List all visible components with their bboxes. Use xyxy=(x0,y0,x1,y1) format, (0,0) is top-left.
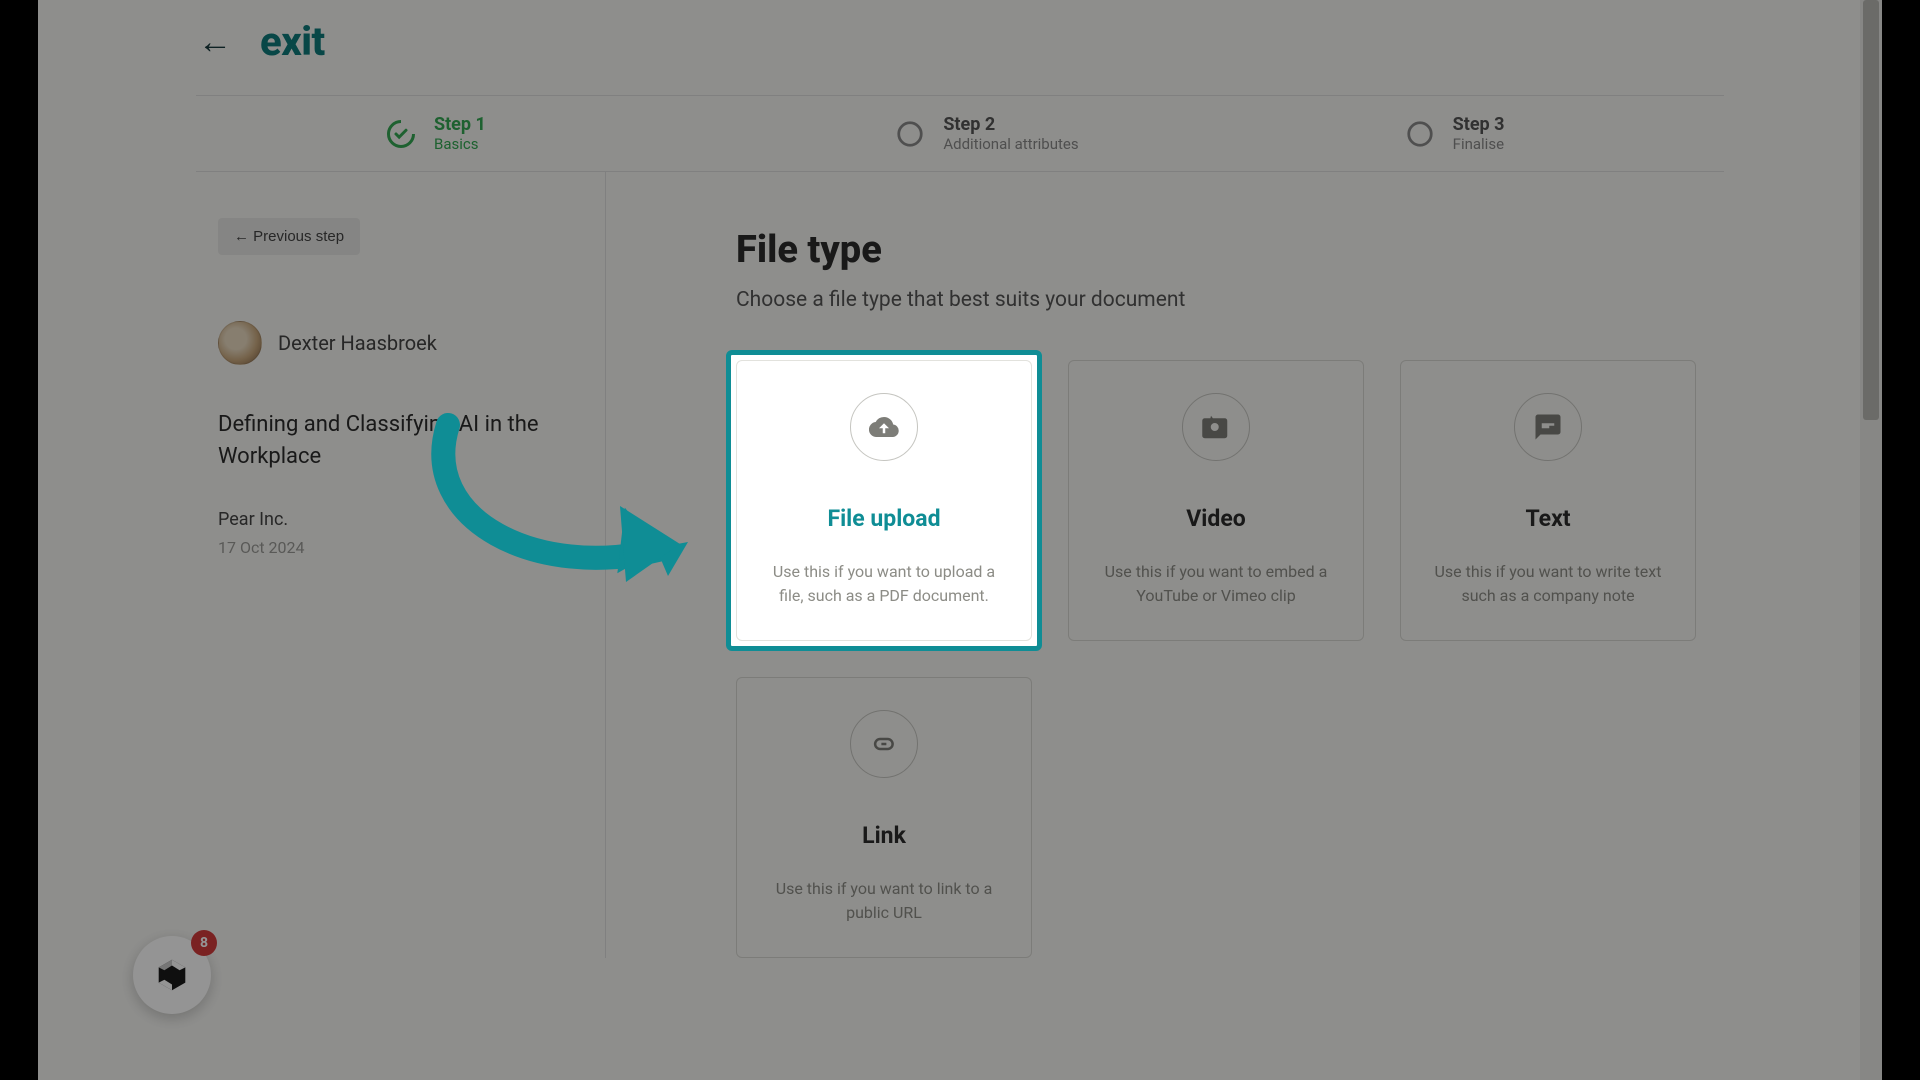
section-heading: File type xyxy=(736,228,1724,272)
exit-link[interactable]: exit xyxy=(260,18,325,65)
file-type-card-video[interactable]: Video Use this if you want to embed a Yo… xyxy=(1068,360,1364,641)
card-title: Link xyxy=(761,822,1007,849)
step-title: Step 3 xyxy=(1453,114,1505,135)
help-logo-icon xyxy=(153,956,191,994)
card-description: Use this if you want to upload a file, s… xyxy=(761,560,1007,608)
highlight-wrapper: File upload Use this if you want to uplo… xyxy=(736,360,1032,641)
scrollbar-thumb[interactable] xyxy=(1863,0,1879,420)
step-done-icon xyxy=(386,119,416,149)
stepper: Step 1 Basics Step 2 Additional attribut… xyxy=(196,95,1724,172)
step-3[interactable]: Step 3 Finalise xyxy=(1215,114,1724,153)
step-pending-icon xyxy=(895,119,925,149)
card-description: Use this if you want to embed a YouTube … xyxy=(1093,560,1339,608)
help-widget-button[interactable]: 8 xyxy=(133,936,211,1014)
file-type-card-file-upload[interactable]: File upload Use this if you want to uplo… xyxy=(736,360,1032,641)
card-title: Text xyxy=(1425,505,1671,532)
company-name: Pear Inc. xyxy=(218,509,563,530)
content-area: ← Previous step Dexter Haasbroek Definin… xyxy=(38,172,1882,998)
author-row: Dexter Haasbroek xyxy=(218,321,573,365)
step-subtitle: Basics xyxy=(434,135,486,153)
step-title: Step 1 xyxy=(434,114,486,135)
step-1[interactable]: Step 1 Basics xyxy=(196,114,705,153)
step-2[interactable]: Step 2 Additional attributes xyxy=(705,114,1214,153)
main-panel: File type Choose a file type that best s… xyxy=(606,172,1724,958)
step-labels: Step 3 Finalise xyxy=(1453,114,1505,153)
file-type-grid: File upload Use this if you want to uplo… xyxy=(736,360,1724,958)
section-subheading: Choose a file type that best suits your … xyxy=(736,288,1724,312)
file-type-card-text[interactable]: Text Use this if you want to write text … xyxy=(1400,360,1696,641)
camera-icon xyxy=(1182,393,1250,461)
step-labels: Step 1 Basics xyxy=(434,114,486,153)
link-icon xyxy=(850,710,918,778)
app-viewport: ← exit Step 1 Basics Step 2 Additional a… xyxy=(38,0,1882,1080)
author-name: Dexter Haasbroek xyxy=(278,331,437,355)
back-arrow-icon[interactable]: ← xyxy=(198,22,232,62)
document-date: 17 Oct 2024 xyxy=(218,538,563,557)
file-type-card-link[interactable]: Link Use this if you want to link to a p… xyxy=(736,677,1032,958)
step-pending-icon xyxy=(1405,119,1435,149)
step-subtitle: Finalise xyxy=(1453,135,1505,153)
header-row: ← exit xyxy=(38,0,1882,95)
card-description: Use this if you want to link to a public… xyxy=(761,877,1007,925)
chat-icon xyxy=(1514,393,1582,461)
cloud-upload-icon xyxy=(850,393,918,461)
previous-step-button[interactable]: ← Previous step xyxy=(218,218,360,255)
document-title: Defining and Classifying AI in the Workp… xyxy=(218,409,563,473)
step-subtitle: Additional attributes xyxy=(943,135,1078,153)
card-title: File upload xyxy=(761,505,1007,532)
step-labels: Step 2 Additional attributes xyxy=(943,114,1078,153)
help-badge: 8 xyxy=(191,930,217,956)
card-description: Use this if you want to write text such … xyxy=(1425,560,1671,608)
avatar xyxy=(218,321,262,365)
scrollbar[interactable] xyxy=(1860,0,1882,1080)
step-title: Step 2 xyxy=(943,114,1078,135)
card-title: Video xyxy=(1093,505,1339,532)
sidebar: ← Previous step Dexter Haasbroek Definin… xyxy=(196,172,606,958)
